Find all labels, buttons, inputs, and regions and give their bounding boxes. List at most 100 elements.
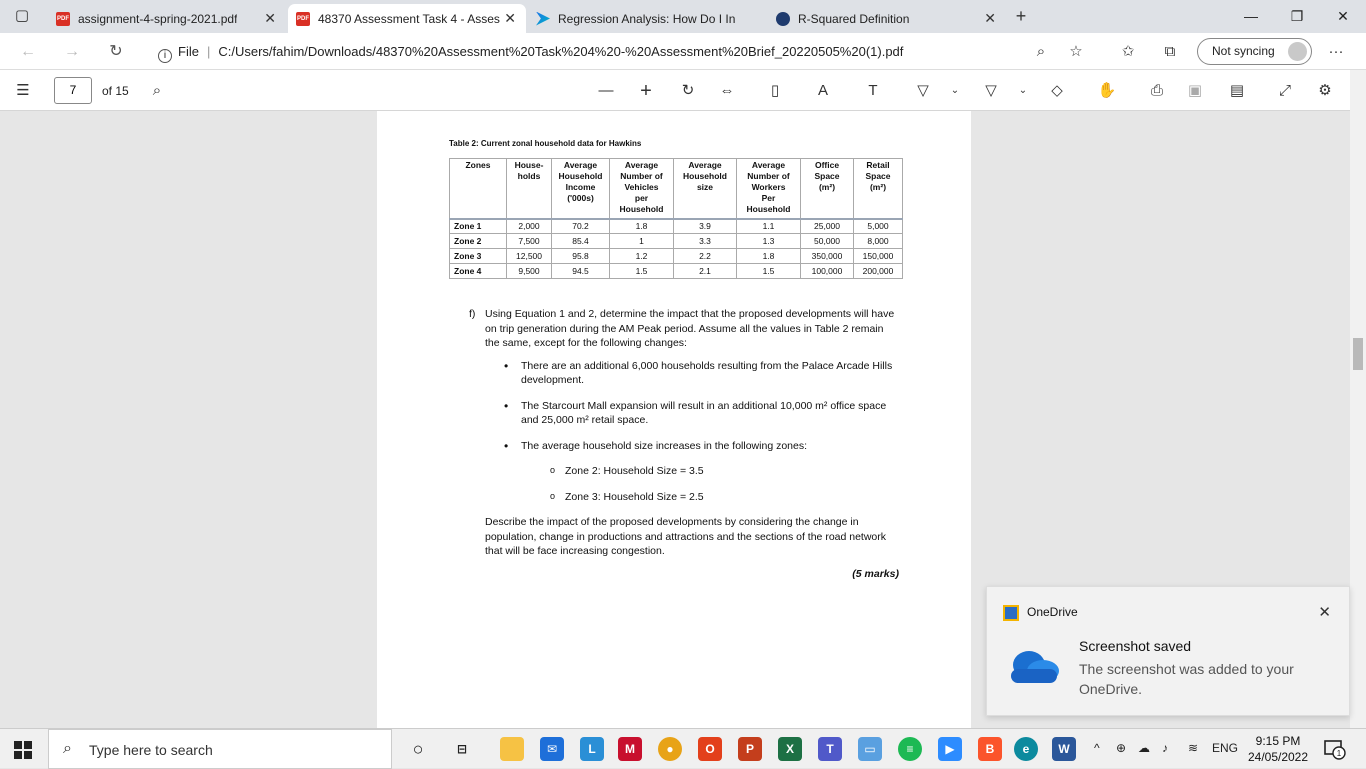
close-icon[interactable]: ✕ bbox=[264, 10, 276, 27]
sync-label: Not syncing bbox=[1212, 44, 1275, 58]
highlight-options-icon[interactable]: ⌄ bbox=[1012, 80, 1034, 102]
full-screen-icon[interactable]: ⤢ bbox=[1274, 80, 1296, 102]
draw-icon[interactable]: ▽ bbox=[912, 80, 934, 102]
task-view-icon[interactable]: ⊟ bbox=[450, 737, 474, 761]
text-box-icon[interactable]: T bbox=[862, 80, 884, 102]
close-window-icon[interactable]: ✕ bbox=[1320, 0, 1366, 33]
question-text: Using Equation 1 and 2, determine the im… bbox=[485, 308, 895, 349]
table-cell: 1.1 bbox=[736, 217, 801, 234]
volume-icon[interactable]: ♪ bbox=[1162, 741, 1168, 755]
page-view-icon[interactable]: ▯ bbox=[764, 80, 786, 102]
onedrive-tray-icon[interactable]: ☁ bbox=[1138, 741, 1150, 755]
back-icon[interactable]: ← bbox=[16, 40, 40, 64]
office-icon[interactable]: O bbox=[698, 737, 722, 761]
spotify-icon[interactable]: ≡ bbox=[898, 737, 922, 761]
close-icon[interactable]: ✕ bbox=[504, 10, 516, 27]
page-number-input[interactable]: 7 bbox=[54, 77, 92, 104]
avatar bbox=[1288, 42, 1307, 61]
close-icon[interactable]: ✕ bbox=[984, 10, 996, 27]
tab-3[interactable]: Regression Analysis: How Do I In bbox=[528, 4, 766, 33]
url-field[interactable]: i File | C:/Users/fahim/Downloads/48370%20A… bbox=[150, 38, 1105, 65]
mcafee-icon[interactable]: M bbox=[618, 737, 642, 761]
wifi-icon[interactable]: ≋ bbox=[1188, 741, 1198, 755]
search-icon[interactable]: ⌕ bbox=[146, 80, 168, 102]
edge-icon[interactable]: e bbox=[1014, 737, 1038, 761]
zoom-in-icon[interactable]: + bbox=[635, 80, 657, 102]
page-total: of 15 bbox=[102, 84, 129, 98]
header-workers: Average Number of Workers Per Household bbox=[736, 158, 801, 219]
pdf-page: Table 2: Current zonal household data fo… bbox=[377, 111, 971, 728]
launcher-icon[interactable]: L bbox=[580, 737, 604, 761]
excel-icon[interactable]: X bbox=[778, 737, 802, 761]
file-explorer-icon[interactable] bbox=[500, 737, 524, 761]
tab-actions-icon[interactable]: ▢ bbox=[12, 6, 32, 26]
highlight-icon[interactable]: ▽ bbox=[980, 80, 1002, 102]
table-cell: 50,000 bbox=[800, 233, 854, 249]
tab-title: R-Squared Definition bbox=[798, 11, 910, 26]
refresh-icon[interactable]: ↻ bbox=[104, 40, 128, 64]
scrollbar[interactable] bbox=[1350, 70, 1366, 728]
save-icon[interactable]: ▣ bbox=[1184, 80, 1206, 102]
scrollbar-thumb[interactable] bbox=[1353, 338, 1363, 370]
brave-icon[interactable]: B bbox=[978, 737, 1002, 761]
table-cell: 1.5 bbox=[609, 263, 674, 279]
tab-1[interactable]: PDF assignment-4-spring-2021.pdf ✕ bbox=[48, 4, 286, 33]
clock[interactable]: 9:15 PM 24/05/2022 bbox=[1246, 733, 1310, 765]
sync-button[interactable]: Not syncing bbox=[1197, 38, 1312, 65]
notification-icon[interactable]: 1 bbox=[1324, 738, 1346, 760]
show-hidden-icons[interactable]: ^ bbox=[1094, 741, 1100, 755]
zoom-out-icon[interactable]: — bbox=[595, 80, 617, 102]
fit-width-icon[interactable]: ⇔ bbox=[716, 80, 738, 102]
table-cell: 200,000 bbox=[853, 263, 903, 279]
zone-label: Zone 1 bbox=[449, 217, 507, 234]
touch-icon[interactable]: ✋ bbox=[1096, 80, 1118, 102]
header-office-space: Office Space (m²) bbox=[800, 158, 854, 219]
teams-icon[interactable]: T bbox=[818, 737, 842, 761]
zonal-data-table: Zones House-holds Average Household Income… bbox=[449, 158, 903, 279]
info-icon[interactable]: i bbox=[158, 49, 172, 63]
forward-icon[interactable]: → bbox=[60, 40, 84, 64]
chrome-icon[interactable]: ● bbox=[658, 737, 682, 761]
mail-icon[interactable]: ✉ bbox=[540, 737, 564, 761]
table-cell: 8,000 bbox=[853, 233, 903, 249]
powerpoint-icon[interactable]: P bbox=[738, 737, 762, 761]
favorites-icon[interactable]: ✩ bbox=[1118, 42, 1138, 62]
save-as-icon[interactable]: ▤ bbox=[1226, 80, 1248, 102]
new-tab-icon[interactable]: + bbox=[1011, 6, 1031, 26]
remote-desktop-icon[interactable]: ▭ bbox=[858, 737, 882, 761]
onedrive-notification[interactable]: OneDrive ✕ Screenshot saved The screensh… bbox=[986, 586, 1350, 716]
add-favorite-icon[interactable]: ☆ bbox=[1066, 42, 1086, 62]
meet-now-icon[interactable]: ⊕ bbox=[1116, 741, 1126, 755]
settings-icon[interactable]: ⚙ bbox=[1314, 80, 1336, 102]
tab-2[interactable]: PDF 48370 Assessment Task 4 - Asses ✕ bbox=[288, 4, 526, 33]
table-cell: 70.2 bbox=[551, 217, 610, 234]
windows-start-icon[interactable] bbox=[14, 741, 32, 759]
table-row: Zone 2 7,500 85.4 1 3.3 1.3 50,000 8,000 bbox=[449, 233, 903, 249]
collections-icon[interactable]: ⧉ bbox=[1160, 42, 1180, 62]
eraser-icon[interactable]: ◇ bbox=[1046, 80, 1068, 102]
zoom-icon[interactable]: ⌕ bbox=[1031, 42, 1051, 62]
onedrive-icon bbox=[1003, 605, 1019, 621]
language-indicator[interactable]: ENG bbox=[1212, 741, 1238, 755]
taskbar-search[interactable]: ⌕ Type here to search bbox=[48, 729, 392, 769]
tab-title: assignment-4-spring-2021.pdf bbox=[78, 11, 238, 26]
minimize-icon[interactable]: — bbox=[1228, 0, 1274, 33]
read-aloud-icon[interactable]: A bbox=[812, 80, 834, 102]
print-icon[interactable]: ⎙ bbox=[1146, 80, 1168, 102]
table-header-row: Zones House-holds Average Household Income… bbox=[449, 158, 903, 219]
cortana-icon[interactable]: ○ bbox=[406, 737, 430, 761]
zoom-app-icon[interactable]: ▶ bbox=[938, 737, 962, 761]
table-cell: 95.8 bbox=[551, 248, 610, 264]
clock-date: 24/05/2022 bbox=[1247, 750, 1309, 764]
close-icon[interactable]: ✕ bbox=[1318, 603, 1331, 621]
word-icon[interactable]: W bbox=[1052, 737, 1076, 761]
table-cell: 25,000 bbox=[800, 217, 854, 234]
contents-icon[interactable]: ☰ bbox=[12, 80, 34, 102]
tab-4[interactable]: R-Squared Definition ✕ bbox=[768, 4, 1006, 33]
draw-options-icon[interactable]: ⌄ bbox=[944, 80, 966, 102]
more-icon[interactable]: ··· bbox=[1326, 42, 1346, 62]
restore-icon[interactable]: ❐ bbox=[1274, 0, 1320, 33]
rotate-icon[interactable]: ↻ bbox=[677, 80, 699, 102]
bing-icon bbox=[536, 11, 550, 26]
table-cell: 100,000 bbox=[800, 263, 854, 279]
